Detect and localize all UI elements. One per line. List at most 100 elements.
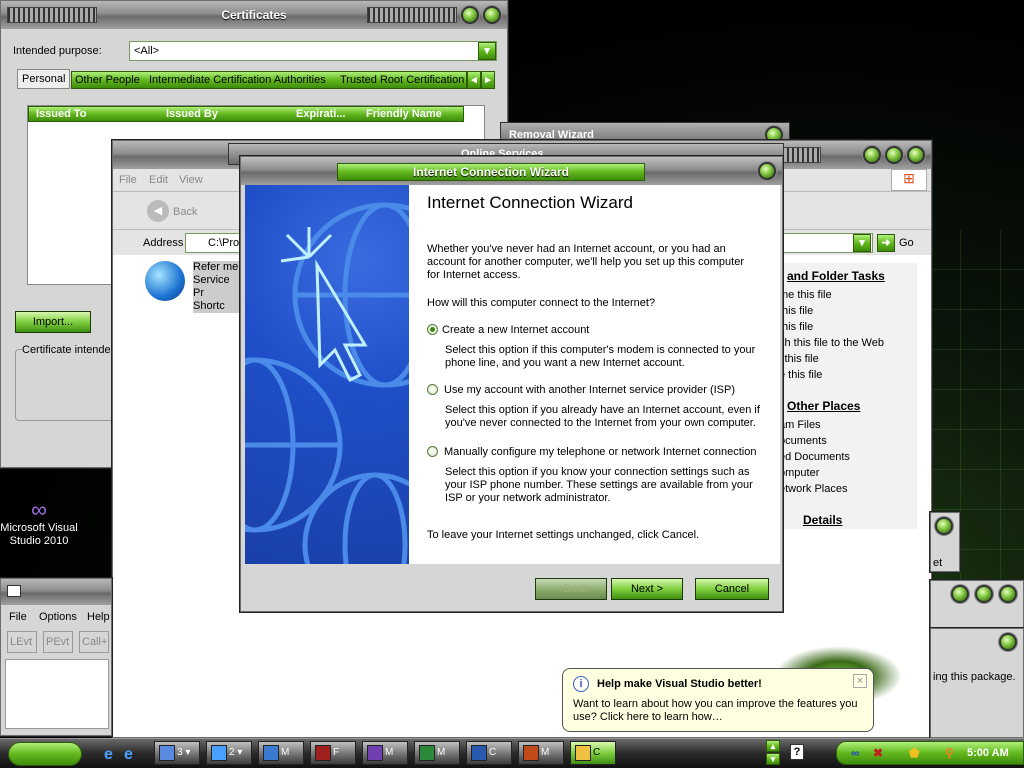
option-label[interactable]: Create a new Internet account [442,324,589,336]
go-label[interactable]: Go [899,237,914,249]
taskbar-button[interactable]: M [258,741,304,765]
close-icon[interactable]: × [853,674,867,688]
intended-purpose-value: <All> [134,45,160,57]
wizard-content: Internet Connection Wizard Whether you'v… [409,185,780,564]
taskbar-button[interactable]: M [414,741,460,765]
shortcut-label-line: Service Pr [193,274,230,299]
menu-view[interactable]: View [179,174,203,186]
online-services-shortcut-icon[interactable] [145,261,185,301]
taskbar-button[interactable]: M [518,741,564,765]
taskbar-button[interactable]: C [466,741,512,765]
col-issued-by[interactable]: Issued By [166,108,218,120]
clock[interactable]: 5:00 AM [967,747,1009,759]
app-icon [7,585,21,597]
tab-other-people[interactable]: Other People [75,74,140,86]
col-expiration[interactable]: Expirati... [296,108,346,120]
close-button[interactable] [999,585,1017,603]
back-arrow-icon[interactable]: ◀ [147,200,169,222]
place-link[interactable]: am Files [779,419,821,431]
certificates-title-bar[interactable]: Certificates [1,1,507,29]
menu-file[interactable]: File [119,174,137,186]
taskbar-scroll-up-icon[interactable]: ▴ [766,740,780,752]
taskbar-group-button[interactable]: 3 ▾ [154,741,200,765]
close-button[interactable] [999,633,1017,651]
wizard-question: How will this computer connect to the In… [427,297,656,309]
cancel-button[interactable]: Cancel [695,578,769,600]
task-link[interactable]: l this file [779,353,819,365]
chevron-down-icon[interactable]: ▾ [478,42,496,60]
radio-manual-config[interactable] [427,446,438,457]
menu-help[interactable]: Help [87,611,110,623]
vs-infinity-icon: ∞ [31,497,47,522]
col-friendly-name[interactable]: Friendly Name [366,108,442,120]
close-button[interactable] [758,162,776,180]
close-button[interactable] [935,517,953,535]
levt-button[interactable]: LEvt [7,631,37,653]
notification-body[interactable]: Want to learn about how you can improve … [573,698,867,724]
other-places-header[interactable]: Other Places [787,399,860,413]
minimize-button[interactable] [863,146,881,164]
taskbar-button-active[interactable]: C [570,741,616,765]
search-icon[interactable]: ⚲ [945,746,961,762]
place-link[interactable]: ocuments [779,435,827,447]
task-link[interactable]: this file [779,305,813,317]
import-button[interactable]: Import... [15,311,91,333]
vs-desktop-shortcut[interactable]: ∞ Microsoft Visual Studio 2010 [0,498,78,558]
cert-tabs: Personal Other People Intermediate Certi… [17,69,497,89]
pevt-button[interactable]: PEvt [43,631,73,653]
radio-existing-isp[interactable] [427,384,438,395]
vs-icon [367,745,383,761]
back-button[interactable]: < Back [535,578,607,600]
tab-trusted-root[interactable]: Trusted Root Certification [340,74,464,86]
taskbar-group-button[interactable]: 2 ▾ [206,741,252,765]
tab-intermediate[interactable]: Intermediate Certification Authorities [149,74,326,86]
task-link[interactable]: sh this file to the Web [779,337,884,349]
minimize-button[interactable] [461,6,479,24]
ie-quicklaunch-icon[interactable]: e [124,746,133,764]
back-label[interactable]: Back [173,206,197,218]
option-label[interactable]: Manually configure my telephone or netwo… [444,446,756,458]
tab-scroll-right-icon[interactable]: ▸ [481,71,495,89]
menu-options[interactable]: Options [39,611,77,623]
maximize-button[interactable] [975,585,993,603]
small-app-title-bar[interactable] [1,579,111,605]
radio-new-account[interactable] [427,324,438,335]
menu-edit[interactable]: Edit [149,174,168,186]
close-button[interactable] [907,146,925,164]
go-arrow-icon[interactable]: ➜ [877,234,895,252]
col-issued-to[interactable]: Issued To [36,108,87,120]
taskbar-scroll-down-icon[interactable]: ▾ [766,753,780,765]
task-link[interactable]: this file [779,321,813,333]
taskbar-button[interactable]: F [310,741,356,765]
task-link[interactable]: e this file [779,369,822,381]
call-button[interactable]: Call+ [79,631,109,653]
shield-icon[interactable]: ⬟ [909,746,925,762]
next-button[interactable]: Next > [611,578,683,600]
wizard-title-bar[interactable]: Internet Connection Wizard [241,157,782,185]
app-icon [263,745,279,761]
ie-quicklaunch-icon[interactable]: e [104,746,113,764]
place-link[interactable]: ed Documents [779,451,850,463]
vs-notification-balloon[interactable]: i Help make Visual Studio better! × Want… [562,668,874,732]
menu-file[interactable]: File [9,611,27,623]
chevron-down-icon[interactable]: ▾ [853,234,871,252]
tab-personal[interactable]: Personal [17,69,71,89]
network-icon[interactable]: ∞ [851,746,867,762]
taskbar-button[interactable]: M [362,741,408,765]
place-link[interactable]: omputer [779,467,819,479]
details-header[interactable]: Details [803,513,842,527]
security-alert-icon[interactable]: ✖ [873,746,889,762]
tab-scroll-left-icon[interactable]: ◂ [467,71,481,89]
fragment-text: et [933,557,943,569]
folder-tasks-header[interactable]: and Folder Tasks [787,269,885,283]
help-icon[interactable]: ? [790,744,804,760]
task-link[interactable]: me this file [779,289,832,301]
place-link[interactable]: etwork Places [779,483,847,495]
shortcut-label[interactable]: Refer me Service Pr Shortc [193,261,243,313]
option-label[interactable]: Use my account with another Internet ser… [444,384,735,396]
intended-purpose-select[interactable]: <All> ▾ [129,41,497,61]
close-button[interactable] [483,6,501,24]
start-button[interactable] [8,742,82,766]
minimize-button[interactable] [951,585,969,603]
maximize-button[interactable] [885,146,903,164]
